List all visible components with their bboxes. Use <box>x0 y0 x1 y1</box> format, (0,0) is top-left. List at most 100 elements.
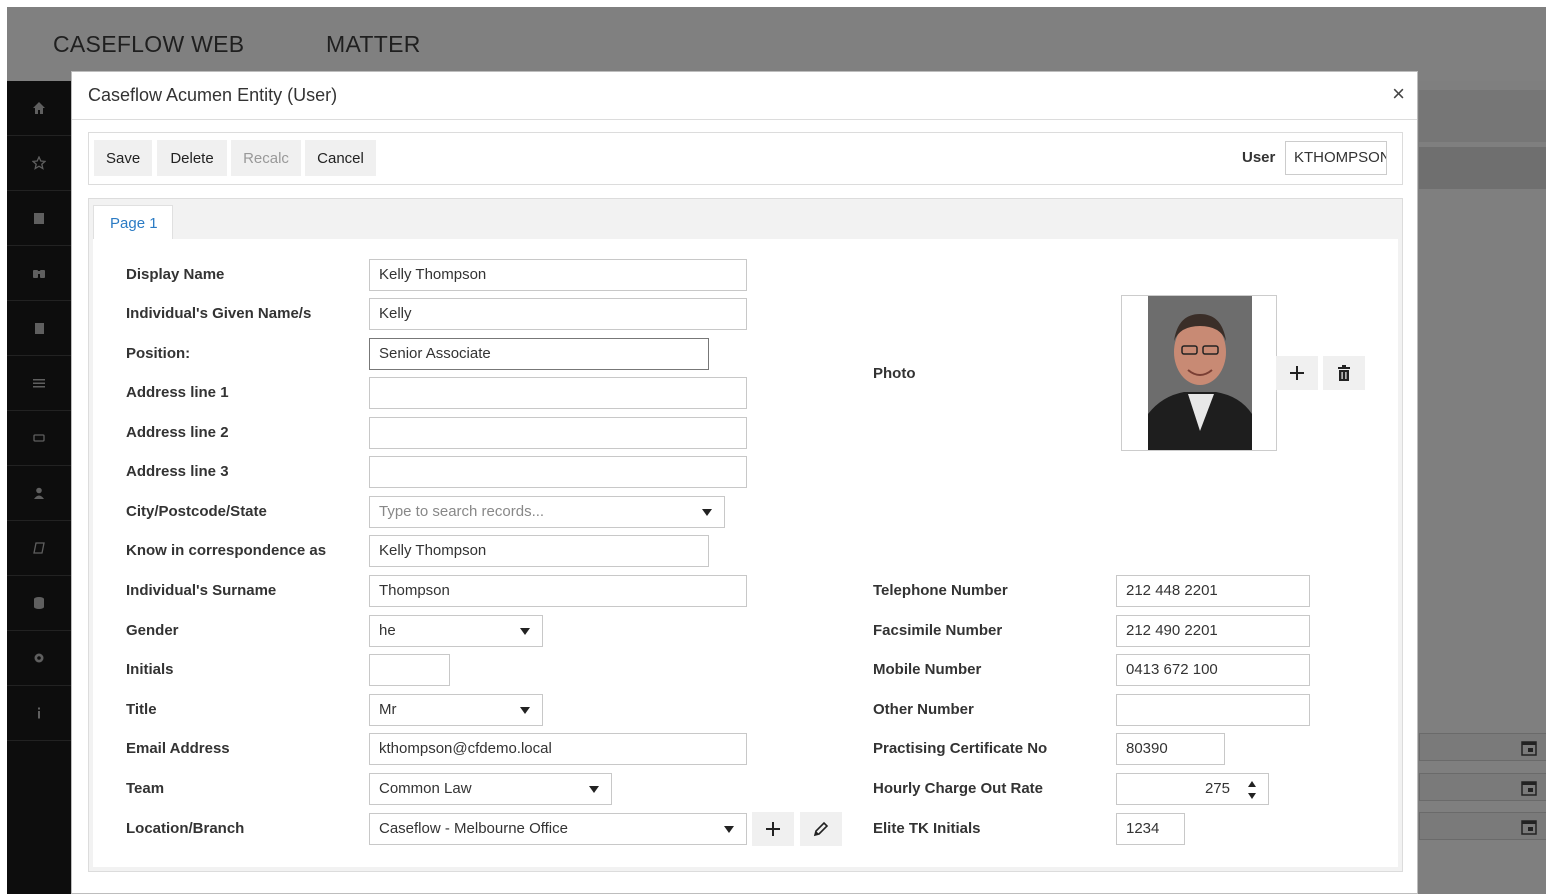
user-field[interactable]: KTHOMPSON <box>1285 141 1387 175</box>
telephone-field[interactable]: 212 448 2201 <box>1116 575 1310 607</box>
title-select[interactable]: Mr <box>369 694 543 726</box>
address-line-1-label: Address line 1 <box>126 384 229 401</box>
user-label: User <box>1242 149 1276 166</box>
background-date-field <box>1419 773 1546 801</box>
known-as-label: Know in correspondence as <box>126 542 327 559</box>
form-body: Display Name Kelly Thompson Individual's… <box>93 239 1398 867</box>
add-photo-button[interactable] <box>1276 356 1318 390</box>
calendar-icon <box>34 213 44 224</box>
hourly-rate-value: 275 <box>1204 780 1230 797</box>
position-field[interactable]: Senior Associate <box>369 338 709 370</box>
other-number-label: Other Number <box>873 701 974 718</box>
background-panel <box>1419 90 1546 142</box>
dialog-title: Caseflow Acumen Entity (User) <box>88 85 338 105</box>
practising-cert-field[interactable]: 80390 <box>1116 733 1225 765</box>
user-photo <box>1121 295 1277 451</box>
edit-location-button[interactable] <box>800 812 842 846</box>
clipboard-icon <box>35 323 44 334</box>
city-postcode-state-select[interactable]: Type to search records... <box>369 496 725 528</box>
user-field-value: KTHOMPSON <box>1294 149 1387 166</box>
email-label: Email Address <box>126 740 230 757</box>
calendar-icon <box>1521 820 1537 835</box>
address-line-3-label: Address line 3 <box>126 463 229 480</box>
team-label: Team <box>126 780 165 797</box>
city-search-placeholder: Type to search records... <box>379 503 545 520</box>
save-button[interactable]: Save <box>94 140 152 176</box>
surname-field[interactable]: Thompson <box>369 575 747 607</box>
elite-tk-field[interactable]: 1234 <box>1116 813 1185 845</box>
address-line-3-field[interactable] <box>369 456 747 488</box>
location-branch-label: Location/Branch <box>126 820 245 837</box>
sidebar-item-calendar[interactable] <box>7 191 71 246</box>
home-icon <box>33 102 45 114</box>
dialog-header: Caseflow Acumen Entity (User) × <box>72 72 1417 120</box>
sidebar-item-database[interactable] <box>7 576 71 631</box>
team-select[interactable]: Common Law <box>369 773 612 805</box>
calendar-icon <box>1521 781 1537 796</box>
given-names-label: Individual's Given Name/s <box>126 305 312 322</box>
given-names-field[interactable]: Kelly <box>369 298 747 330</box>
other-number-field[interactable] <box>1116 694 1310 726</box>
surname-label: Individual's Surname <box>126 582 277 599</box>
script-icon <box>33 542 45 554</box>
display-name-field[interactable]: Kelly Thompson <box>369 259 747 291</box>
chevron-down-icon <box>589 786 599 793</box>
calendar-icon <box>1521 741 1537 756</box>
location-branch-value: Caseflow - Melbourne Office <box>379 820 568 837</box>
address-line-2-field[interactable] <box>369 417 747 449</box>
sidebar-item-messages[interactable] <box>7 411 71 466</box>
sidebar-item-home[interactable] <box>7 81 71 136</box>
gear-icon <box>34 653 44 663</box>
entity-dialog: Caseflow Acumen Entity (User) × Save Del… <box>71 71 1418 894</box>
plus-icon <box>1290 366 1304 380</box>
sliders-icon <box>33 379 45 388</box>
star-icon <box>32 156 46 170</box>
initials-field[interactable] <box>369 654 450 686</box>
address-line-1-field[interactable] <box>369 377 747 409</box>
title-label: Title <box>126 701 157 718</box>
cancel-button[interactable]: Cancel <box>305 140 376 176</box>
sidebar-item-scripts[interactable] <box>7 521 71 576</box>
trash-icon <box>1338 365 1350 381</box>
known-as-field[interactable]: Kelly Thompson <box>369 535 709 567</box>
display-name-label: Display Name <box>126 266 225 283</box>
spinner-icon[interactable] <box>1246 779 1258 801</box>
nav-matter[interactable]: MATTER <box>326 31 421 58</box>
dialog-toolbar: Save Delete Recalc Cancel User KTHOMPSON <box>88 132 1403 185</box>
delete-photo-button[interactable] <box>1323 356 1365 390</box>
database-icon <box>34 597 44 609</box>
tab-page-1[interactable]: Page 1 <box>93 205 173 240</box>
sidebar-item-settings-list[interactable] <box>7 356 71 411</box>
background-date-field <box>1419 812 1546 840</box>
chevron-down-icon <box>520 628 530 635</box>
practising-cert-label: Practising Certificate No <box>873 740 1048 757</box>
sidebar-item-info[interactable] <box>7 686 71 741</box>
gender-select[interactable]: he <box>369 615 543 647</box>
chevron-down-icon <box>724 826 734 833</box>
elite-tk-label: Elite TK Initials <box>873 820 981 837</box>
add-location-button[interactable] <box>752 812 794 846</box>
sidebar-item-users[interactable] <box>7 466 71 521</box>
sidebar-item-search[interactable] <box>7 246 71 301</box>
sidebar-item-favorites[interactable] <box>7 136 71 191</box>
recalc-button[interactable]: Recalc <box>231 140 301 176</box>
sidebar-item-documents[interactable] <box>7 301 71 356</box>
email-field[interactable]: kthompson@cfdemo.local <box>369 733 747 765</box>
delete-button[interactable]: Delete <box>157 140 227 176</box>
sidebar-item-config[interactable] <box>7 631 71 686</box>
location-branch-select[interactable]: Caseflow - Melbourne Office <box>369 813 747 845</box>
close-icon[interactable]: × <box>1392 82 1405 106</box>
mobile-field[interactable]: 0413 672 100 <box>1116 654 1310 686</box>
hourly-rate-stepper[interactable]: 275 <box>1116 773 1269 805</box>
team-value: Common Law <box>379 780 472 797</box>
plus-icon <box>766 822 780 836</box>
photo-label: Photo <box>873 365 916 382</box>
top-nav-bar: CASEFLOW WEB MATTER <box>7 7 1546 81</box>
app-title[interactable]: CASEFLOW WEB <box>53 31 244 58</box>
background-panel <box>1419 147 1546 189</box>
chat-icon <box>33 434 45 442</box>
facsimile-field[interactable]: 212 490 2201 <box>1116 615 1310 647</box>
form-panel: Page 1 Display Name Kelly Thompson Indiv… <box>88 198 1403 872</box>
portrait-image <box>1122 296 1276 450</box>
gender-label: Gender <box>126 622 179 639</box>
